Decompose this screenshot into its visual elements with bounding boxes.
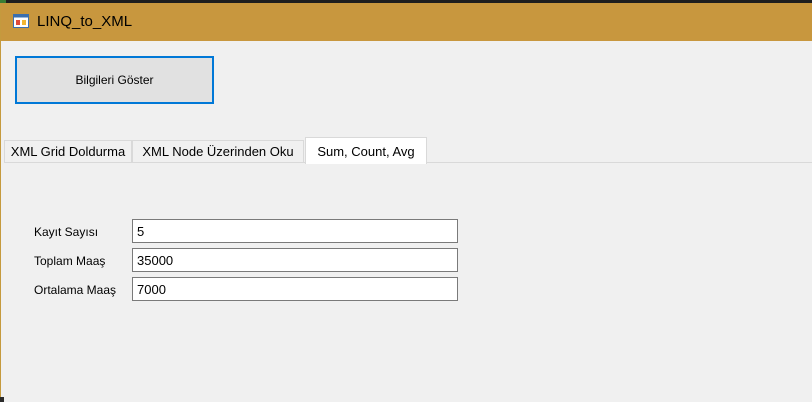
avg-salary-label: Ortalama Maaş bbox=[34, 283, 117, 297]
app-window: LINQ_to_XML Bilgileri Göster XML Grid Do… bbox=[0, 3, 812, 402]
count-label: Kayıt Sayısı bbox=[34, 225, 99, 239]
tab-strip: XML Grid Doldurma XML Node Üzerinden Oku… bbox=[1, 137, 812, 164]
tab-sum-count-avg[interactable]: Sum, Count, Avg bbox=[305, 137, 427, 164]
total-salary-field[interactable] bbox=[132, 248, 458, 272]
tab-xml-node[interactable]: XML Node Üzerinden Oku bbox=[132, 140, 304, 162]
title-bar[interactable]: LINQ_to_XML bbox=[1, 3, 812, 41]
window-title: LINQ_to_XML bbox=[37, 13, 133, 30]
app-icon bbox=[13, 14, 29, 28]
tab-xml-grid[interactable]: XML Grid Doldurma bbox=[4, 140, 132, 162]
count-field[interactable] bbox=[132, 219, 458, 243]
avg-salary-field[interactable] bbox=[132, 277, 458, 301]
total-salary-label: Toplam Maaş bbox=[34, 254, 106, 268]
show-info-button[interactable]: Bilgileri Göster bbox=[15, 56, 214, 104]
